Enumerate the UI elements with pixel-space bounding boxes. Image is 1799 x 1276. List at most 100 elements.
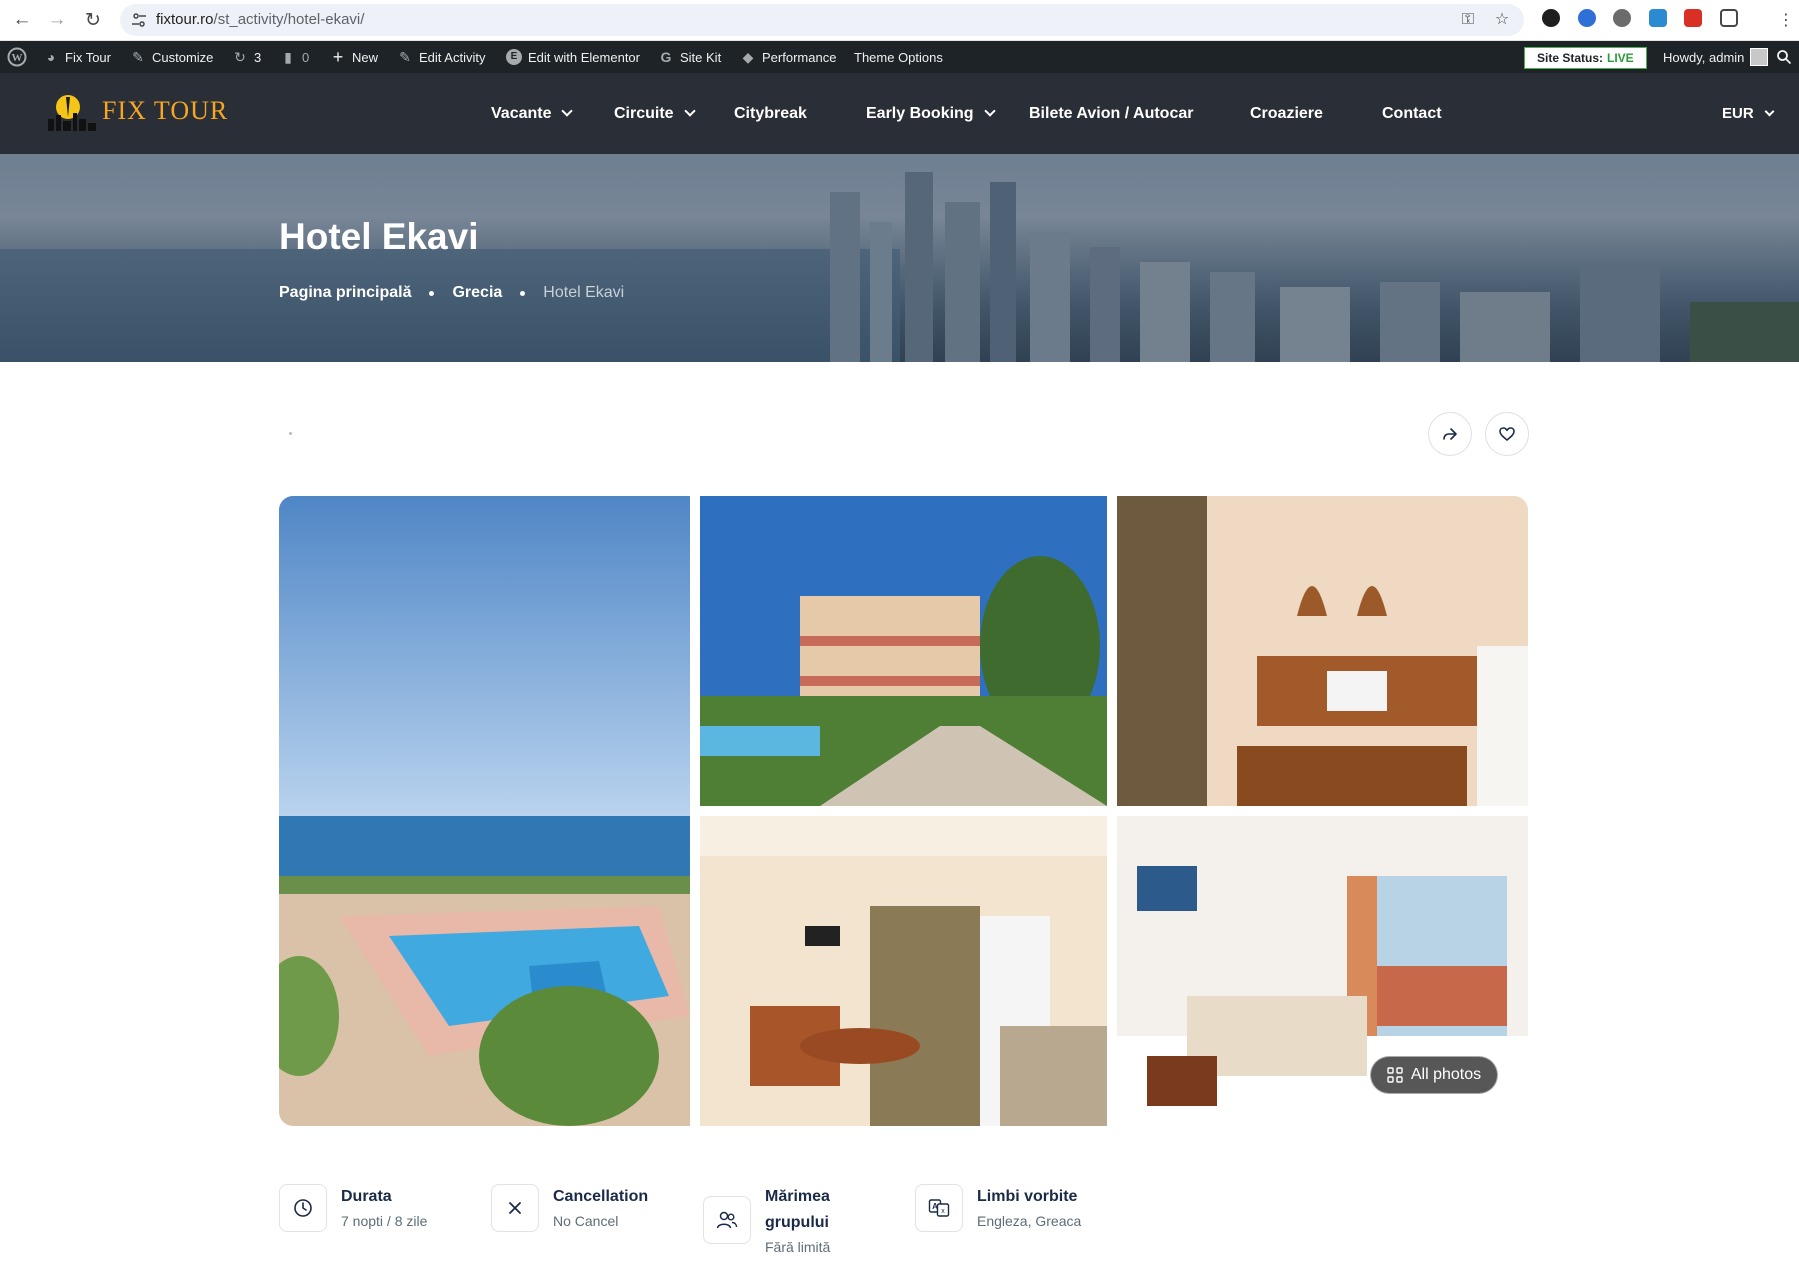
pencil-icon: ✎	[399, 49, 411, 65]
info-value: 7 nopti / 8 zile	[341, 1213, 428, 1229]
svg-text:A: A	[932, 1202, 938, 1211]
share-button[interactable]	[1428, 412, 1472, 456]
bookmark-star-icon[interactable]: ☆	[1493, 11, 1511, 29]
info-group-size: Mărimea grupului Fără limită	[703, 1184, 865, 1258]
nav-circuite[interactable]: Circuite	[614, 73, 696, 154]
users-icon	[703, 1196, 751, 1244]
performance-label: Performance	[762, 49, 837, 65]
info-title: Limbi vorbite	[977, 1188, 1078, 1205]
extension-globe-icon[interactable]	[1578, 9, 1596, 27]
gallery-photo-living-room[interactable]	[700, 816, 1107, 1126]
info-cancellation: Cancellation No Cancel	[491, 1184, 648, 1232]
extensions-puzzle-icon[interactable]	[1720, 9, 1738, 27]
site-info-icon[interactable]	[131, 12, 147, 28]
chevron-down-icon	[561, 105, 574, 117]
nav-vacante[interactable]: Vacante	[491, 73, 574, 154]
admin-site-name[interactable]: ◕ Fix Tour	[43, 41, 111, 73]
admin-updates[interactable]: ↻ 3	[232, 41, 261, 73]
hero-banner: Hotel Ekavi Pagina principală Grecia Hot…	[0, 154, 1799, 362]
admin-performance[interactable]: ◆ Performance	[740, 41, 837, 73]
performance-icon: ◆	[742, 49, 754, 65]
share-icon	[1443, 428, 1457, 440]
translate-icon: Ax	[915, 1184, 963, 1232]
address-bar[interactable]: fixtour.ro/st_activity/hotel-ekavi/ ⚿ ☆	[120, 4, 1524, 36]
currency-label: EUR	[1722, 105, 1754, 122]
admin-edit-elementor[interactable]: E Edit with Elementor	[506, 41, 640, 73]
elementor-icon: E	[506, 49, 522, 65]
plus-icon: +	[332, 47, 344, 67]
all-photos-button[interactable]: All photos	[1370, 1056, 1498, 1094]
chevron-down-icon	[983, 105, 996, 117]
admin-site-kit[interactable]: G Site Kit	[658, 41, 722, 73]
password-key-icon[interactable]: ⚿	[1459, 11, 1477, 29]
info-value: Engleza, Greaca	[977, 1213, 1082, 1229]
gallery-photo-pool-view[interactable]	[279, 496, 690, 1126]
extension-moon-icon[interactable]	[1542, 9, 1560, 27]
extension-red-icon[interactable]	[1684, 9, 1702, 27]
admin-search-icon[interactable]	[1776, 41, 1792, 73]
admin-bar: W ◕ Fix Tour ✎ Customize ↻ 3 ▮ 0 + New ✎…	[0, 41, 1799, 73]
forward-icon[interactable]: →	[44, 7, 70, 33]
wordpress-logo-icon[interactable]: W	[7, 41, 27, 73]
brush-icon: ✎	[132, 49, 144, 65]
site-status-value: LIVE	[1607, 51, 1634, 65]
admin-new[interactable]: + New	[330, 41, 378, 73]
browser-toolbar: ← → ↻ fixtour.ro/st_activity/hotel-ekavi…	[0, 0, 1799, 41]
theme-options-label: Theme Options	[854, 49, 943, 65]
admin-comments[interactable]: ▮ 0	[280, 41, 309, 73]
grid-icon	[1387, 1067, 1403, 1083]
admin-customize[interactable]: ✎ Customize	[130, 41, 213, 73]
nav-label: Bilete Avion / Autocar	[1029, 104, 1194, 122]
breadcrumb-home[interactable]: Pagina principală	[279, 284, 411, 302]
comments-count: 0	[302, 49, 310, 65]
nav-contact[interactable]: Contact	[1382, 73, 1442, 154]
updates-count: 3	[254, 49, 262, 65]
nav-citybreak[interactable]: Citybreak	[734, 73, 807, 154]
comment-icon: ▮	[284, 49, 292, 65]
reload-icon[interactable]: ↻	[80, 7, 106, 33]
breadcrumb-separator	[429, 290, 435, 296]
gallery-photo-kitchenette[interactable]	[1117, 496, 1528, 806]
gallery-photo-hotel-exterior[interactable]	[700, 496, 1107, 806]
site-logo[interactable]: FIX TOUR	[46, 87, 236, 135]
admin-theme-options[interactable]: Theme Options	[854, 41, 943, 73]
nav-bilete[interactable]: Bilete Avion / Autocar	[1029, 73, 1193, 154]
back-icon[interactable]: ←	[9, 7, 35, 33]
heart-icon	[1499, 427, 1515, 441]
breadcrumb-separator	[520, 290, 526, 296]
nav-label: Vacante	[491, 104, 552, 122]
svg-text:W: W	[12, 52, 23, 64]
browser-menu-icon[interactable]: ⋮	[1773, 7, 1799, 33]
info-title: Durata	[341, 1188, 392, 1205]
site-status-label: Site Status:	[1537, 51, 1604, 65]
nav-early-booking[interactable]: Early Booking	[866, 73, 996, 154]
wishlist-button[interactable]	[1485, 412, 1529, 456]
info-value: No Cancel	[553, 1213, 619, 1229]
admin-account[interactable]: Howdy, admin	[1663, 41, 1769, 73]
nav-label: Croaziere	[1250, 104, 1323, 122]
howdy-label: Howdy, admin	[1663, 49, 1745, 65]
edit-activity-label: Edit Activity	[419, 49, 486, 65]
info-title: Cancellation	[553, 1188, 649, 1205]
extension-search-icon[interactable]	[1613, 9, 1631, 27]
breadcrumb-grecia[interactable]: Grecia	[452, 284, 502, 302]
avatar	[1750, 48, 1769, 66]
all-photos-label: All photos	[1410, 1066, 1482, 1083]
site-kit-label: Site Kit	[680, 49, 722, 65]
page-title: Hotel Ekavi	[279, 216, 479, 257]
placeholder-dot	[289, 432, 292, 435]
logo-emblem-icon	[48, 95, 96, 131]
nav-label: Citybreak	[734, 104, 807, 122]
nav-croaziere[interactable]: Croaziere	[1250, 73, 1323, 154]
admin-edit-activity[interactable]: ✎ Edit Activity	[397, 41, 485, 73]
close-icon	[491, 1184, 539, 1232]
extension-scissors-icon[interactable]	[1649, 9, 1667, 27]
edit-elementor-label: Edit with Elementor	[528, 49, 640, 65]
site-status-badge[interactable]: Site Status: LIVE	[1524, 47, 1647, 69]
currency-selector[interactable]: EUR	[1722, 73, 1775, 154]
logo-text: FIX TOUR	[102, 96, 229, 125]
nav-label: Early Booking	[866, 104, 974, 122]
site-header: FIX TOUR Vacante Circuite Citybreak Earl…	[0, 73, 1799, 154]
url-text: fixtour.ro/st_activity/hotel-ekavi/	[156, 11, 365, 28]
site-name-label: Fix Tour	[65, 49, 111, 65]
